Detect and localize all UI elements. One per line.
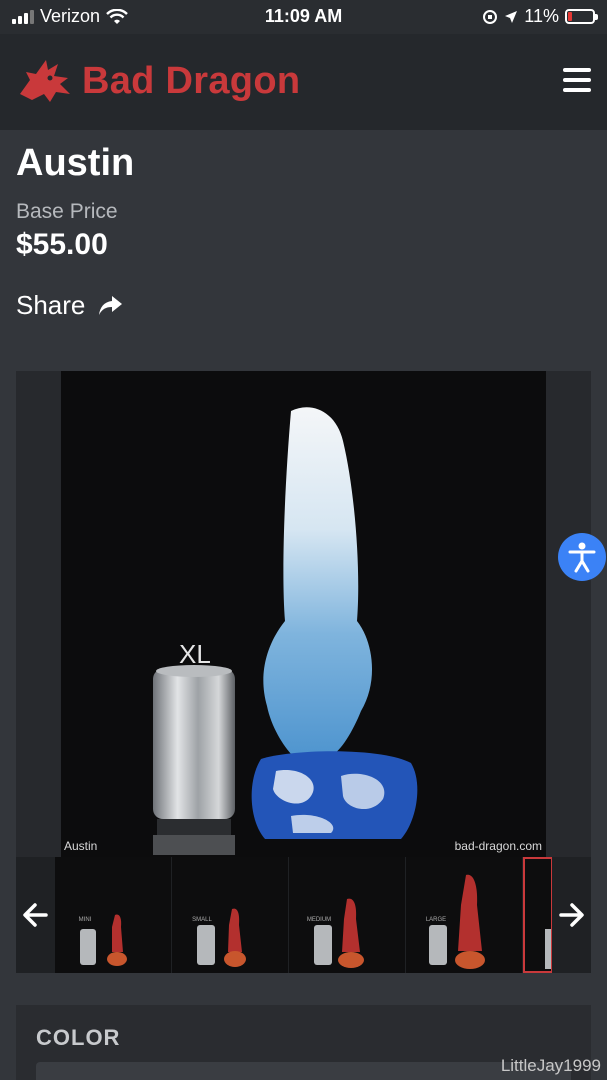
thumbnail-label: MEDIUM xyxy=(306,917,332,923)
orientation-lock-icon xyxy=(483,9,498,24)
thumbnail-xl-active[interactable] xyxy=(523,857,552,973)
prev-arrow-icon[interactable] xyxy=(18,897,54,933)
share-arrow-icon xyxy=(99,295,123,315)
thumbnail-small[interactable]: SMALL xyxy=(172,857,288,973)
watermark: LittleJay1999 xyxy=(500,1056,601,1075)
thumbnail-label: LARGE xyxy=(425,917,447,923)
hamburger-icon[interactable] xyxy=(563,68,591,92)
product-gallery: XL Austin bad-dragon.com xyxy=(16,371,591,857)
thumbnail-strip: MINI SMALL MEDIUM LARGE xyxy=(16,857,591,973)
brand-name: Bad Dragon xyxy=(82,59,301,102)
color-heading: COLOR xyxy=(36,1025,121,1050)
share-label: Share xyxy=(16,290,86,320)
accessibility-button[interactable] xyxy=(558,533,606,581)
price-label: Base Price xyxy=(16,200,118,223)
thumbnail-image xyxy=(429,874,485,969)
accessibility-icon xyxy=(568,542,596,573)
battery-icon xyxy=(565,9,598,24)
size-label: XL xyxy=(179,639,211,669)
brand-logo[interactable]: Bad Dragon xyxy=(16,54,300,108)
main-product-photo[interactable]: XL Austin bad-dragon.com xyxy=(61,371,546,857)
location-icon xyxy=(505,10,518,23)
next-arrow-icon[interactable] xyxy=(553,897,589,933)
battery-percent: 11% xyxy=(524,6,559,26)
product-photo-image xyxy=(153,407,418,855)
thumbnail-label: MINI xyxy=(78,917,92,923)
thumbnail-medium[interactable]: MEDIUM xyxy=(289,857,405,973)
photo-caption-name: Austin xyxy=(64,839,98,853)
photo-caption-site: bad-dragon.com xyxy=(454,839,542,853)
thumbnail-image xyxy=(197,908,246,967)
dragon-logo-icon xyxy=(20,60,70,102)
site-header: Bad Dragon xyxy=(0,34,607,130)
product-price: $55.00 xyxy=(16,228,108,261)
thumbnail-image xyxy=(80,914,127,966)
thumbnail-large[interactable]: LARGE xyxy=(406,857,522,973)
thumbnail-label: SMALL xyxy=(192,917,212,923)
thumbnail-image xyxy=(314,898,364,968)
status-bar: Verizon 11:09 AM 11% xyxy=(0,0,607,34)
thumbnail-mini[interactable]: MINI xyxy=(55,857,171,973)
color-selector[interactable] xyxy=(36,1062,571,1080)
product-title: Austin xyxy=(16,142,135,184)
share-button[interactable]: Share xyxy=(16,290,123,321)
thumbnail-image xyxy=(545,929,551,969)
